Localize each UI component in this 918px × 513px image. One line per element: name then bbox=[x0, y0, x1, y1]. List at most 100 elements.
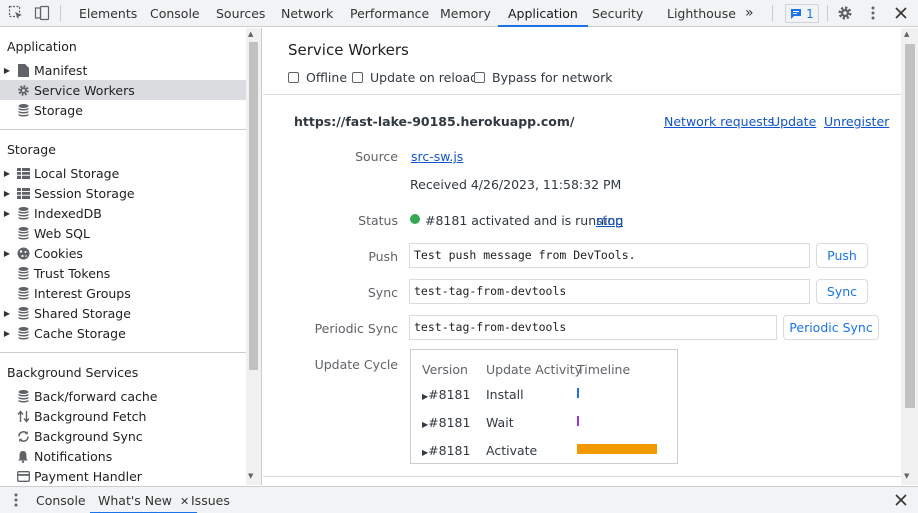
sidebar-item-label: Storage bbox=[34, 102, 83, 118]
scroll-up-arrow-icon[interactable]: ▲ bbox=[904, 30, 909, 38]
scroll-up-arrow-icon[interactable]: ▲ bbox=[248, 30, 253, 38]
offline-checkbox[interactable]: Offline bbox=[288, 70, 347, 85]
sync-button[interactable]: Sync bbox=[816, 279, 868, 304]
periodic-sync-button[interactable]: Periodic Sync bbox=[783, 315, 879, 340]
version-cell[interactable]: ▶#8181 bbox=[422, 387, 470, 402]
sidebar-item-cookies[interactable]: ▶ Cookies bbox=[0, 243, 246, 263]
sidebar-item-service-workers[interactable]: Service Workers bbox=[0, 80, 246, 100]
sidebar-item-back-forward-cache[interactable]: Back/forward cache bbox=[0, 386, 246, 406]
status-text: #8181 activated and is running bbox=[425, 213, 624, 228]
sidebar-item-shared-storage[interactable]: ▶ Shared Storage bbox=[0, 303, 246, 323]
expand-arrow-icon[interactable]: ▶ bbox=[0, 66, 14, 75]
sidebar-item-label: Service Workers bbox=[34, 82, 135, 98]
stop-link[interactable]: stop bbox=[596, 213, 623, 228]
close-tab-icon[interactable]: ✕ bbox=[180, 495, 189, 508]
tab-network[interactable]: Network bbox=[281, 0, 333, 27]
timeline-bar-install bbox=[577, 388, 579, 398]
devtools-tab-bar: Elements Console Sources Network Perform… bbox=[0, 0, 918, 27]
settings-gear-icon[interactable] bbox=[835, 4, 855, 22]
sidebar-item-cache-storage[interactable]: ▶ Cache Storage bbox=[0, 323, 246, 343]
source-label: Source bbox=[355, 149, 398, 164]
issues-counter-button[interactable]: 1 bbox=[785, 4, 819, 23]
sidebar-item-local-storage[interactable]: ▶ Local Storage bbox=[0, 163, 246, 183]
tab-elements[interactable]: Elements bbox=[79, 0, 137, 27]
source-file-link[interactable]: src-sw.js bbox=[411, 149, 463, 164]
tab-performance[interactable]: Performance bbox=[350, 0, 429, 27]
sidebar-item-manifest[interactable]: ▶ Manifest bbox=[0, 60, 246, 80]
sync-tag-input[interactable]: test-tag-from-devtools bbox=[409, 279, 810, 304]
tab-console[interactable]: Console bbox=[150, 0, 200, 27]
update-on-reload-checkbox[interactable]: Update on reload bbox=[352, 70, 478, 85]
sidebar-item-background-fetch[interactable]: Background Fetch bbox=[0, 406, 246, 426]
checkbox-label: Update on reload bbox=[370, 70, 479, 85]
sidebar-scrollbar-thumb[interactable] bbox=[249, 42, 258, 370]
checkbox-label: Bypass for network bbox=[492, 70, 613, 85]
database-icon bbox=[14, 226, 32, 240]
toolbar-divider bbox=[772, 5, 773, 22]
sidebar-item-label: Back/forward cache bbox=[34, 388, 158, 404]
scroll-down-arrow-icon[interactable]: ▼ bbox=[248, 472, 253, 480]
main-scrollbar-thumb[interactable] bbox=[905, 44, 915, 408]
sidebar-item-payment-handler[interactable]: Payment Handler bbox=[0, 466, 246, 485]
drawer-tab-issues[interactable]: Issues bbox=[191, 487, 230, 513]
more-tabs-button[interactable]: » bbox=[745, 0, 754, 27]
tab-sources[interactable]: Sources bbox=[216, 0, 265, 27]
tab-memory[interactable]: Memory bbox=[440, 0, 491, 27]
sidebar-item-label: Shared Storage bbox=[34, 305, 131, 321]
checkbox-box[interactable] bbox=[352, 72, 363, 83]
update-cycle-label: Update Cycle bbox=[314, 357, 398, 372]
sidebar-item-notifications[interactable]: Notifications bbox=[0, 446, 246, 466]
sidebar-section-storage: Storage bbox=[7, 142, 56, 157]
push-message-input[interactable]: Test push message from DevTools. bbox=[409, 243, 810, 268]
close-devtools-icon[interactable] bbox=[891, 4, 911, 22]
drawer-tab-bar: Console What's New ✕ Issues bbox=[0, 486, 918, 513]
cookie-icon bbox=[14, 246, 32, 260]
drawer-tab-label: What's New bbox=[98, 493, 173, 508]
sidebar-section-background-services: Background Services bbox=[7, 365, 139, 380]
checkbox-box[interactable] bbox=[288, 72, 299, 83]
kebab-menu-icon[interactable] bbox=[863, 4, 883, 22]
checkbox-box[interactable] bbox=[474, 72, 485, 83]
device-toolbar-icon[interactable] bbox=[32, 4, 52, 22]
sidebar-item-web-sql[interactable]: Web SQL bbox=[0, 223, 246, 243]
up-down-arrows-icon bbox=[14, 409, 32, 423]
timeline-bar-wait bbox=[577, 416, 579, 426]
sidebar-item-session-storage[interactable]: ▶ Session Storage bbox=[0, 183, 246, 203]
expand-arrow-icon[interactable]: ▶ bbox=[0, 189, 14, 198]
network-requests-link[interactable]: Network requests bbox=[664, 114, 774, 129]
sidebar-item-label: Notifications bbox=[34, 448, 113, 464]
push-button[interactable]: Push bbox=[816, 243, 868, 268]
version-cell[interactable]: ▶#8181 bbox=[422, 415, 470, 430]
sidebar-item-background-sync[interactable]: Background Sync bbox=[0, 426, 246, 446]
periodic-sync-label: Periodic Sync bbox=[314, 321, 398, 336]
inspect-element-icon[interactable] bbox=[6, 4, 26, 22]
tab-application[interactable]: Application bbox=[498, 0, 588, 27]
expand-arrow-icon[interactable]: ▶ bbox=[0, 309, 14, 318]
expand-arrow-icon[interactable]: ▶ bbox=[0, 329, 14, 338]
expand-arrow-icon[interactable]: ▶ bbox=[0, 249, 14, 258]
column-header-update-activity: Update Activity bbox=[486, 362, 582, 377]
scroll-down-arrow-icon[interactable]: ▼ bbox=[904, 472, 909, 480]
received-timestamp: Received 4/26/2023, 11:58:32 PM bbox=[410, 177, 622, 192]
drawer-menu-icon[interactable] bbox=[6, 491, 26, 509]
expand-arrow-icon[interactable]: ▶ bbox=[0, 209, 14, 218]
sidebar-item-trust-tokens[interactable]: Trust Tokens bbox=[0, 263, 246, 283]
database-icon bbox=[14, 326, 32, 340]
drawer-tab-console[interactable]: Console bbox=[36, 487, 86, 513]
close-drawer-icon[interactable] bbox=[891, 491, 911, 509]
version-cell[interactable]: ▶#8181 bbox=[422, 443, 470, 458]
sidebar-item-indexeddb[interactable]: ▶ IndexedDB bbox=[0, 203, 246, 223]
sidebar-item-storage[interactable]: Storage bbox=[0, 100, 246, 120]
periodic-sync-tag-input[interactable]: test-tag-from-devtools bbox=[409, 315, 777, 340]
sidebar-item-interest-groups[interactable]: Interest Groups bbox=[0, 283, 246, 303]
tab-lighthouse[interactable]: Lighthouse bbox=[667, 0, 736, 27]
expand-arrow-icon[interactable]: ▶ bbox=[0, 169, 14, 178]
unregister-link[interactable]: Unregister bbox=[824, 114, 889, 129]
database-icon bbox=[14, 206, 32, 220]
bypass-for-network-checkbox[interactable]: Bypass for network bbox=[474, 70, 613, 85]
tab-security[interactable]: Security bbox=[592, 0, 643, 27]
sidebar-item-label: Cookies bbox=[34, 245, 83, 261]
update-link[interactable]: Update bbox=[771, 114, 816, 129]
database-icon bbox=[14, 389, 32, 403]
drawer-tab-whats-new[interactable]: What's New ✕ bbox=[90, 487, 198, 513]
